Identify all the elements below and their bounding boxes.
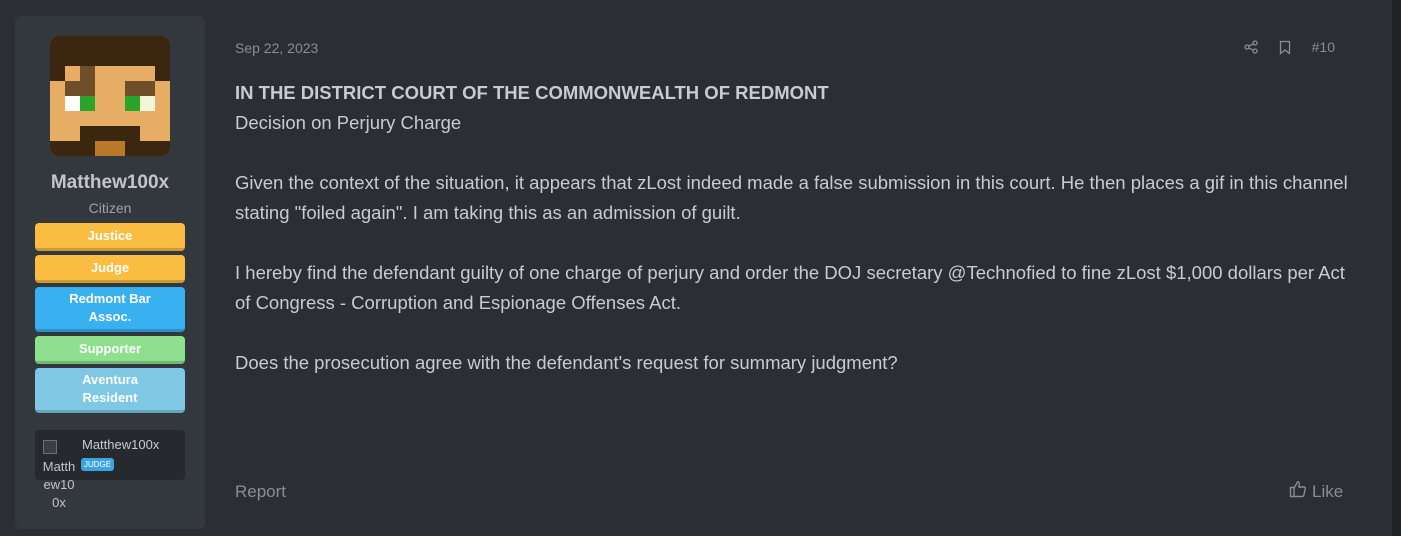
bookmark-icon[interactable] — [1278, 40, 1292, 55]
avatar-image — [50, 36, 170, 156]
post-number[interactable]: #10 — [1312, 39, 1335, 55]
user-title: Citizen — [88, 200, 132, 216]
share-icon[interactable] — [1243, 40, 1258, 54]
thumbs-up-icon — [1289, 480, 1307, 503]
banner-supporter: Supporter — [35, 336, 185, 364]
post-subheading: Decision on Perjury Charge — [235, 112, 462, 133]
post-paragraph: Does the prosecution agree with the defe… — [235, 352, 898, 373]
banner-redmont-bar-label: Redmont Bar Assoc. — [69, 291, 151, 324]
like-label: Like — [1312, 481, 1344, 501]
banner-aventura: Aventura Resident — [35, 368, 185, 413]
linked-account-image-alt: Matthew100x — [42, 459, 76, 510]
scroll-gutter — [1392, 0, 1401, 536]
username[interactable]: Matthew100x — [15, 172, 205, 194]
banner-aventura-label: Aventura Resident — [82, 372, 138, 405]
user-panel: Matthew100x Citizen Justice Judge Redmon… — [15, 16, 205, 529]
broken-image-icon — [43, 440, 57, 454]
post-paragraph: Given the context of the situation, it a… — [235, 172, 1348, 223]
forum-post: Matthew100x Citizen Justice Judge Redmon… — [0, 0, 1392, 536]
avatar[interactable] — [50, 36, 170, 156]
banner-justice: Justice — [35, 223, 185, 251]
post-heading: IN THE DISTRICT COURT OF THE COMMONWEALT… — [235, 82, 829, 103]
linked-account-badge: JUDGE — [81, 458, 115, 471]
banner-judge: Judge — [35, 255, 185, 283]
user-banners: Justice Judge Redmont Bar Assoc. Support… — [35, 223, 185, 417]
report-link[interactable]: Report — [235, 482, 286, 502]
post-date[interactable]: Sep 22, 2023 — [235, 40, 318, 56]
post-body: IN THE DISTRICT COURT OF THE COMMONWEALT… — [235, 78, 1365, 378]
linked-account-image: Matthew100x — [42, 440, 76, 512]
post-paragraph: I hereby find the defendant guilty of on… — [235, 262, 1345, 313]
banner-redmont-bar: Redmont Bar Assoc. — [35, 287, 185, 332]
post-actions: #10 — [1243, 37, 1335, 57]
linked-account-name[interactable]: Matthew100x — [82, 437, 159, 452]
linked-account[interactable]: Matthew100x Matthew100x JUDGE — [35, 430, 185, 510]
like-button[interactable]: Like — [1289, 480, 1343, 503]
